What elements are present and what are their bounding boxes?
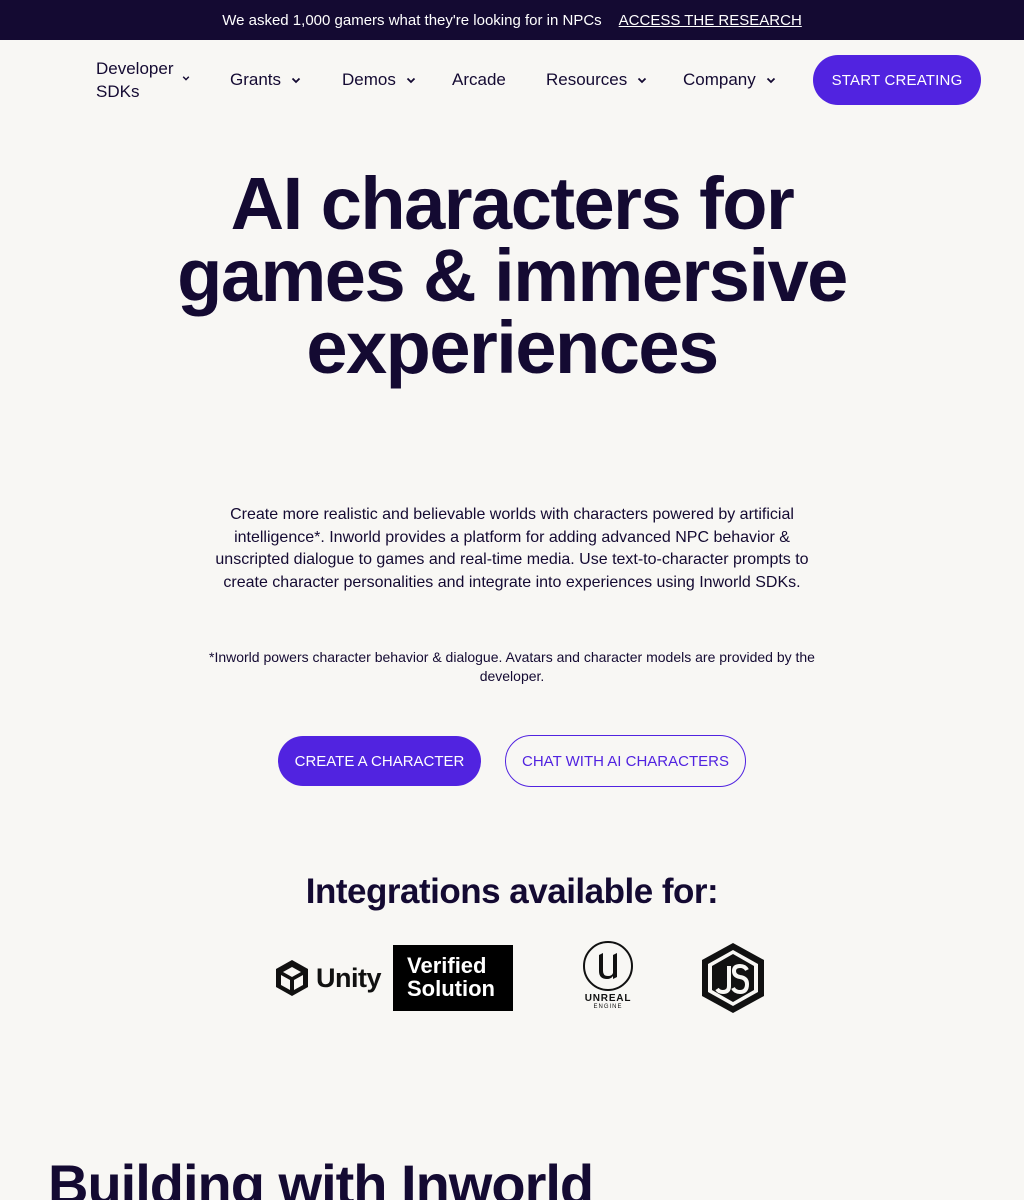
- nav-grants-label: Grants: [230, 70, 282, 89]
- chevron-down-icon: [182, 74, 192, 84]
- verified-solution-logo: Verified Solution: [393, 945, 513, 1011]
- hero-title: AI characters for games & immersive expe…: [177, 162, 848, 389]
- nav-resources[interactable]: Resources: [546, 40, 647, 120]
- unreal-line2: ENGINE: [593, 1004, 623, 1010]
- access-research-link[interactable]: ACCESS THE RESEARCH: [619, 12, 802, 29]
- main-nav: Developer SDKs Grants Demos Arcade Resou…: [0, 40, 1024, 120]
- verified-line1: Verified: [407, 953, 487, 978]
- chevron-down-icon: [637, 75, 647, 85]
- chat-ai-characters-button[interactable]: CHAT WITH AI CHARACTERS: [505, 735, 746, 787]
- chevron-down-icon: [766, 75, 776, 85]
- banner-text: We asked 1,000 gamers what they're looki…: [222, 11, 602, 29]
- nav-company[interactable]: Company: [683, 40, 776, 120]
- start-creating-button[interactable]: START CREATING: [813, 55, 981, 105]
- nav-resources-label: Resources: [546, 70, 628, 89]
- nav-arcade[interactable]: Arcade: [452, 40, 506, 120]
- chevron-down-icon: [291, 75, 301, 85]
- nav-company-label: Company: [683, 70, 756, 89]
- nodejs-hexagon-icon: [700, 942, 766, 1014]
- unity-logo-text: Unity: [316, 962, 382, 993]
- building-with-inworld-heading: Building with Inworld: [48, 1153, 594, 1200]
- verified-line2: Solution: [407, 976, 495, 1001]
- hero-subtitle: Create more realistic and believable wor…: [215, 506, 809, 591]
- unity-cube-icon: [276, 960, 308, 996]
- chevron-down-icon: [406, 75, 416, 85]
- nav-demos-label: Demos: [342, 70, 396, 89]
- create-character-button[interactable]: CREATE A CHARACTER: [278, 736, 481, 786]
- nav-arcade-label: Arcade: [452, 70, 506, 89]
- unreal-u-icon: [583, 941, 633, 991]
- unreal-engine-logo: UNREAL ENGINE: [570, 940, 646, 1016]
- nav-demos[interactable]: Demos: [342, 40, 416, 120]
- unity-logo: Unity: [274, 955, 384, 1001]
- nav-developer-sdks[interactable]: Developer SDKs: [96, 40, 206, 120]
- integrations-title: Integrations available for:: [305, 872, 719, 911]
- announcement-banner: We asked 1,000 gamers what they're looki…: [0, 0, 1024, 40]
- nav-grants[interactable]: Grants: [230, 40, 301, 120]
- hero-footnote: *Inworld powers character behavior & dia…: [209, 649, 815, 684]
- nav-developer-sdks-label: Developer SDKs: [96, 59, 174, 101]
- unreal-line1: UNREAL: [584, 993, 632, 1004]
